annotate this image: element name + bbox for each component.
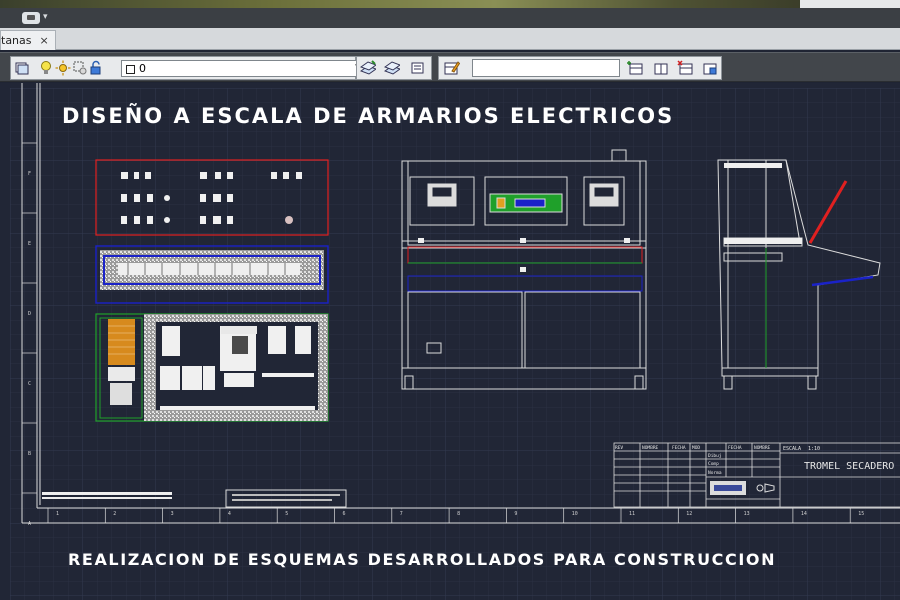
quick-access-bar: ▾ — [0, 8, 900, 28]
titleblock-scale-value: 1:10 — [808, 446, 820, 452]
ruler-tick-label: 14 — [801, 511, 807, 517]
toolbar-text-field[interactable] — [472, 59, 620, 77]
layer-dropdown[interactable]: 0 ▼ — [121, 60, 365, 77]
edit-table-icon[interactable] — [444, 60, 460, 76]
titleblock-scale-label: ESCALA — [783, 446, 801, 452]
ruler-tick-label: 1 — [56, 511, 59, 517]
ruler-tick-label: 13 — [744, 511, 750, 517]
drawing-title: DISEÑO A ESCALA DE ARMARIOS ELECTRICOS — [62, 104, 675, 128]
notes-block — [42, 489, 347, 508]
titleblock-rev-name: NOMBRE — [642, 445, 659, 451]
window-corner-strip — [800, 0, 900, 8]
left-ruler: F E D C B A — [22, 142, 37, 527]
layers-toolbar: 0 ▼ — [0, 52, 900, 82]
titleblock-rev-date: FECHA — [672, 445, 686, 451]
ruler-tick-label: 10 — [572, 511, 578, 517]
layer-properties-icon[interactable] — [14, 60, 30, 76]
layer-color-swatch — [126, 64, 135, 74]
ruler-tick-label: 15 — [858, 511, 864, 517]
titleblock-rev-label: REV — [615, 445, 623, 451]
titleblock-project-name: TROMEL SECADERO — [804, 461, 894, 472]
file-tab-label: tanas — [1, 34, 32, 47]
chevron-down-icon[interactable]: ▾ — [43, 12, 48, 22]
ruler-tick-label: 8 — [457, 511, 460, 517]
layer-tools-group — [356, 56, 432, 80]
projection-symbol — [756, 483, 775, 493]
left-ruler-label: A — [28, 521, 31, 527]
left-ruler-label: E — [28, 241, 31, 247]
close-icon[interactable]: × — [40, 34, 49, 47]
door-panel-red — [95, 159, 329, 236]
make-current-layer-icon[interactable] — [360, 60, 376, 76]
viewport-freeze-icon[interactable] — [72, 60, 88, 76]
rail-panel-blue — [95, 245, 329, 304]
layer-match-icon[interactable] — [384, 60, 400, 76]
drawing-content: FEDCBA 1 2 3 4 5 6 7 8 9 10 11 12 13 14 15 — [21, 83, 900, 527]
desktop-top-strip — [0, 0, 900, 8]
ruler-tick-label: 3 — [171, 511, 174, 517]
left-ruler-label: B — [28, 451, 31, 457]
insert-column-icon[interactable] — [652, 60, 668, 76]
ruler-tick-label: 4 — [228, 511, 231, 517]
layer-toolbar-group: 0 ▼ — [10, 56, 365, 80]
titleblock-norm: Norma — [708, 470, 722, 476]
titleblock-checked: Comp — [708, 461, 719, 467]
bottom-ruler: 1 2 3 4 5 6 7 8 9 10 11 12 13 14 15 — [47, 508, 864, 523]
lock-open-icon[interactable] — [89, 60, 105, 76]
delete-row-icon[interactable] — [677, 60, 693, 76]
insert-row-icon[interactable] — [627, 60, 643, 76]
application-menu-button[interactable] — [22, 12, 40, 24]
cabinet-side-view — [717, 159, 881, 390]
file-tab[interactable]: tanas × — [0, 30, 56, 50]
layer-previous-icon[interactable] — [409, 60, 425, 76]
left-ruler-label: C — [28, 381, 31, 387]
table-lock-icon[interactable] — [701, 60, 717, 76]
drawing-subtitle: REALIZACION DE ESQUEMAS DESARROLLADOS PA… — [68, 550, 777, 569]
ruler-tick-label: 2 — [113, 511, 116, 517]
mounting-plate-green — [95, 313, 329, 422]
titleblock-date-header: FECHA — [728, 445, 742, 451]
ruler-tick-label: 11 — [629, 511, 635, 517]
ruler-tick-label: 5 — [285, 511, 288, 517]
cabinet-hinges — [418, 238, 630, 272]
left-ruler-label: D — [28, 311, 31, 317]
ruler-tick-label: 9 — [514, 511, 517, 517]
left-ruler-label: F — [28, 171, 31, 177]
ruler-tick-label: 7 — [400, 511, 403, 517]
lightbulb-icon[interactable] — [38, 60, 54, 76]
titleblock-name-header: NOMBRE — [754, 445, 771, 451]
titleblock-drawn: Dibuj — [708, 453, 722, 459]
ruler-tick-label: 6 — [343, 511, 346, 517]
layer-name: 0 — [139, 62, 146, 75]
title-block — [613, 442, 900, 508]
file-tab-row: tanas × — [0, 28, 900, 50]
titleblock-rev-mod: MOD — [692, 445, 700, 451]
drawing-canvas[interactable]: FEDCBA 1 2 3 4 5 6 7 8 9 10 11 12 13 14 15 — [0, 83, 900, 600]
table-toolbar-group — [438, 56, 722, 80]
ruler-tick-label: 12 — [686, 511, 692, 517]
sun-icon[interactable] — [55, 60, 71, 76]
